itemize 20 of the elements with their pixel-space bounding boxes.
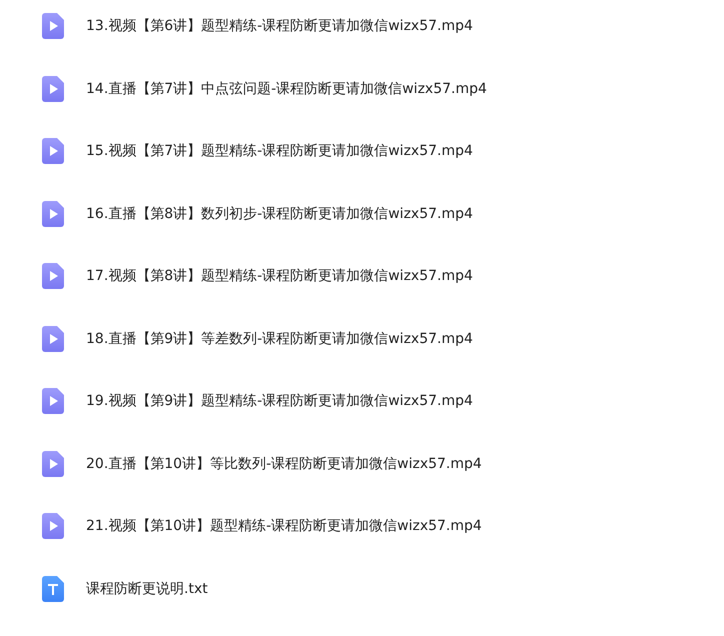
- text-file-icon: [42, 576, 64, 602]
- video-file-icon: [42, 450, 64, 476]
- video-file-icon: [42, 200, 64, 226]
- video-file-icon: [42, 138, 64, 164]
- file-name[interactable]: 13.视频【第6讲】题型精练-课程防断更请加微信wizx57.mp4: [86, 17, 473, 35]
- file-name[interactable]: 14.直播【第7讲】中点弦问题-课程防断更请加微信wizx57.mp4: [86, 80, 487, 98]
- video-file-icon: [42, 263, 64, 289]
- video-file-icon: [42, 388, 64, 414]
- file-name[interactable]: 16.直播【第8讲】数列初步-课程防断更请加微信wizx57.mp4: [86, 204, 473, 222]
- file-name[interactable]: 21.视频【第10讲】题型精练-课程防断更请加微信wizx57.mp4: [86, 517, 482, 535]
- file-name[interactable]: 15.视频【第7讲】题型精练-课程防断更请加微信wizx57.mp4: [86, 142, 473, 160]
- video-file-icon: [42, 513, 64, 539]
- file-name[interactable]: 20.直播【第10讲】等比数列-课程防断更请加微信wizx57.mp4: [86, 454, 482, 472]
- file-name[interactable]: 17.视频【第8讲】题型精练-课程防断更请加微信wizx57.mp4: [86, 267, 473, 285]
- video-file-icon: [42, 76, 64, 102]
- video-file-icon: [42, 326, 64, 352]
- video-file-icon: [42, 13, 64, 39]
- file-name[interactable]: 18.直播【第9讲】等差数列-课程防断更请加微信wizx57.mp4: [86, 330, 473, 348]
- file-name[interactable]: 19.视频【第9讲】题型精练-课程防断更请加微信wizx57.mp4: [86, 392, 473, 410]
- file-name[interactable]: 课程防断更说明.txt: [86, 580, 208, 598]
